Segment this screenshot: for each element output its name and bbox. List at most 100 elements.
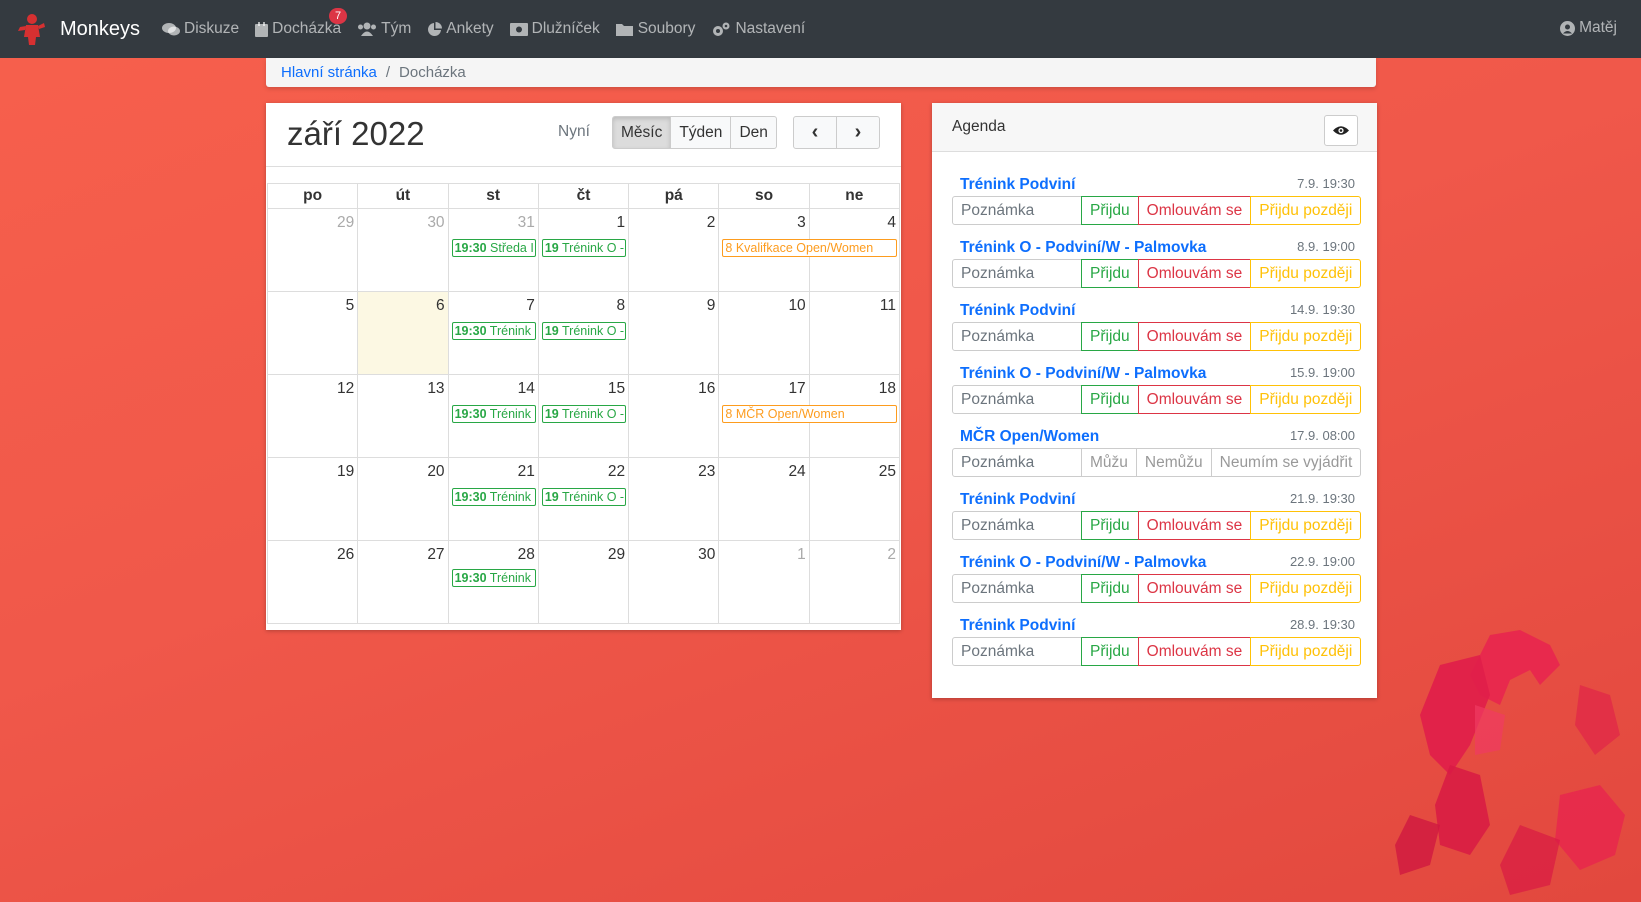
calendar-day-cell[interactable]: 15 19 Trénink O - bbox=[537, 374, 630, 458]
calendar-day-cell[interactable]: 17 8 MČR Open/Women bbox=[718, 374, 898, 458]
view-week-button[interactable]: Týden bbox=[670, 116, 732, 149]
agenda-event-title[interactable]: Trénink O - Podviní/W - Palmovka bbox=[960, 365, 1206, 383]
calendar-day-cell[interactable]: 12 bbox=[266, 374, 359, 458]
attend-button[interactable]: Přijdu bbox=[1081, 385, 1139, 414]
calendar-day-cell[interactable]: 31 19:30 Středa I bbox=[447, 208, 539, 292]
late-button[interactable]: Přijdu později bbox=[1250, 196, 1362, 225]
calendar-event[interactable]: 19 Trénink O - bbox=[541, 239, 626, 257]
calendar-day-cell[interactable]: 2 bbox=[808, 540, 901, 624]
calendar-day-cell[interactable]: 30 bbox=[357, 208, 449, 292]
calendar-event[interactable]: 19:30 Trénink bbox=[451, 405, 536, 423]
note-input[interactable] bbox=[952, 448, 1082, 477]
calendar-day-cell-today[interactable]: 6 bbox=[357, 291, 449, 375]
toggle-visibility-button[interactable] bbox=[1324, 115, 1358, 146]
nav-ankety[interactable]: Ankety bbox=[427, 20, 494, 38]
calendar-day-cell[interactable]: 30 bbox=[628, 540, 720, 624]
calendar-event[interactable]: 19 Trénink O - bbox=[541, 488, 626, 506]
excuse-button[interactable]: Omlouvám se bbox=[1137, 259, 1252, 288]
calendar-event[interactable]: 8 Kvalifkace Open/Women bbox=[722, 239, 898, 257]
excuse-button[interactable]: Omlouvám se bbox=[1137, 196, 1252, 225]
user-menu[interactable]: Matěj bbox=[1560, 19, 1617, 37]
attend-button[interactable]: Přijdu bbox=[1081, 574, 1139, 603]
prev-month-button[interactable]: ‹ bbox=[793, 116, 837, 149]
calendar-event[interactable]: 19:30 Trénink bbox=[451, 322, 536, 340]
cannot-button[interactable]: Nemůžu bbox=[1135, 448, 1212, 477]
can-button[interactable]: Můžu bbox=[1081, 448, 1137, 477]
note-input[interactable] bbox=[952, 574, 1082, 603]
excuse-button[interactable]: Omlouvám se bbox=[1137, 385, 1252, 414]
nav-soubory[interactable]: Soubory bbox=[615, 20, 695, 38]
nav-diskuze[interactable]: Diskuze bbox=[162, 20, 239, 38]
note-input[interactable] bbox=[952, 511, 1082, 540]
excuse-button[interactable]: Omlouvám se bbox=[1137, 574, 1252, 603]
calendar-day-cell[interactable]: 23 bbox=[628, 457, 720, 541]
calendar-day-cell[interactable]: 20 bbox=[357, 457, 449, 541]
calendar-day-cell[interactable]: 14 19:30 Trénink bbox=[447, 374, 539, 458]
calendar-day-cell[interactable]: 7 19:30 Trénink bbox=[447, 291, 539, 375]
calendar-day-cell[interactable]: 29 bbox=[537, 540, 630, 624]
nav-dochazka[interactable]: Docházka 7 bbox=[255, 8, 348, 38]
calendar-event[interactable]: 19 Trénink O - bbox=[541, 322, 626, 340]
calendar-day-cell[interactable]: 13 bbox=[357, 374, 449, 458]
calendar-day-cell[interactable]: 16 bbox=[628, 374, 720, 458]
calendar-day-cell[interactable]: 29 bbox=[266, 208, 359, 292]
calendar-day-cell[interactable]: 1 bbox=[718, 540, 810, 624]
excuse-button[interactable]: Omlouvám se bbox=[1137, 511, 1252, 540]
note-input[interactable] bbox=[952, 322, 1082, 351]
breadcrumb-home-link[interactable]: Hlavní stránka bbox=[281, 64, 377, 81]
calendar-event[interactable]: 19:30 Trénink bbox=[451, 569, 536, 587]
note-input[interactable] bbox=[952, 637, 1082, 666]
late-button[interactable]: Přijdu později bbox=[1250, 259, 1362, 288]
agenda-event-title[interactable]: Trénink Podviní bbox=[960, 491, 1075, 509]
nav-dluznicek[interactable]: Dlužníček bbox=[509, 20, 600, 38]
calendar-day-cell[interactable]: 22 19 Trénink O - bbox=[537, 457, 630, 541]
calendar-event[interactable]: 19:30 Středa I bbox=[451, 239, 536, 257]
excuse-button[interactable]: Omlouvám se bbox=[1137, 637, 1252, 666]
calendar-day-cell[interactable]: 19 bbox=[266, 457, 359, 541]
calendar-event[interactable]: 19 Trénink O - bbox=[541, 405, 626, 423]
calendar-now-button[interactable]: Nyní bbox=[558, 123, 590, 141]
calendar-day-cell[interactable]: 9 bbox=[628, 291, 720, 375]
calendar-day-cell[interactable]: 21 19:30 Trénink bbox=[447, 457, 539, 541]
calendar-day-cell[interactable]: 8 19 Trénink O - bbox=[537, 291, 630, 375]
agenda-event-title[interactable]: Trénink O - Podviní/W - Palmovka bbox=[960, 239, 1206, 257]
calendar-day-cell[interactable]: 10 bbox=[718, 291, 810, 375]
calendar-event[interactable]: 8 MČR Open/Women bbox=[722, 405, 898, 423]
calendar-event[interactable]: 19:30 Trénink bbox=[451, 488, 536, 506]
late-button[interactable]: Přijdu později bbox=[1250, 637, 1362, 666]
calendar-day-cell[interactable]: 26 bbox=[266, 540, 359, 624]
agenda-event-title[interactable]: Trénink Podviní bbox=[960, 302, 1075, 320]
undecided-button[interactable]: Neumím se vyjádřit bbox=[1210, 448, 1362, 477]
agenda-event-title[interactable]: Trénink Podviní bbox=[960, 617, 1075, 635]
calendar-day-cell[interactable]: 11 bbox=[808, 291, 901, 375]
agenda-event-title[interactable]: MČR Open/Women bbox=[960, 428, 1099, 446]
note-input[interactable] bbox=[952, 385, 1082, 414]
late-button[interactable]: Přijdu později bbox=[1250, 574, 1362, 603]
calendar-day-cell[interactable]: 28 19:30 Trénink bbox=[447, 540, 539, 624]
next-month-button[interactable]: › bbox=[836, 116, 880, 149]
late-button[interactable]: Přijdu později bbox=[1250, 511, 1362, 540]
agenda-event-title[interactable]: Trénink O - Podviní/W - Palmovka bbox=[960, 554, 1206, 572]
view-day-button[interactable]: Den bbox=[730, 116, 777, 149]
calendar-day-cell[interactable]: 24 bbox=[718, 457, 810, 541]
attend-button[interactable]: Přijdu bbox=[1081, 511, 1139, 540]
attend-button[interactable]: Přijdu bbox=[1081, 637, 1139, 666]
calendar-day-cell[interactable]: 1 19 Trénink O - bbox=[537, 208, 630, 292]
calendar-day-cell[interactable]: 5 bbox=[266, 291, 359, 375]
nav-tym[interactable]: Tým bbox=[357, 20, 411, 38]
nav-nastaveni[interactable]: Nastavení bbox=[711, 20, 805, 38]
attend-button[interactable]: Přijdu bbox=[1081, 322, 1139, 351]
view-month-button[interactable]: Měsíc bbox=[612, 116, 672, 149]
late-button[interactable]: Přijdu později bbox=[1250, 385, 1362, 414]
calendar-day-cell[interactable]: 3 8 Kvalifkace Open/Women bbox=[718, 208, 898, 292]
agenda-event-title[interactable]: Trénink Podviní bbox=[960, 176, 1075, 194]
note-input[interactable] bbox=[952, 196, 1082, 225]
calendar-day-cell[interactable]: 2 bbox=[628, 208, 720, 292]
calendar-day-cell[interactable]: 27 bbox=[357, 540, 449, 624]
note-input[interactable] bbox=[952, 259, 1082, 288]
attend-button[interactable]: Přijdu bbox=[1081, 196, 1139, 225]
excuse-button[interactable]: Omlouvám se bbox=[1137, 322, 1252, 351]
late-button[interactable]: Přijdu později bbox=[1250, 322, 1362, 351]
attend-button[interactable]: Přijdu bbox=[1081, 259, 1139, 288]
brand[interactable]: Monkeys bbox=[16, 13, 140, 45]
